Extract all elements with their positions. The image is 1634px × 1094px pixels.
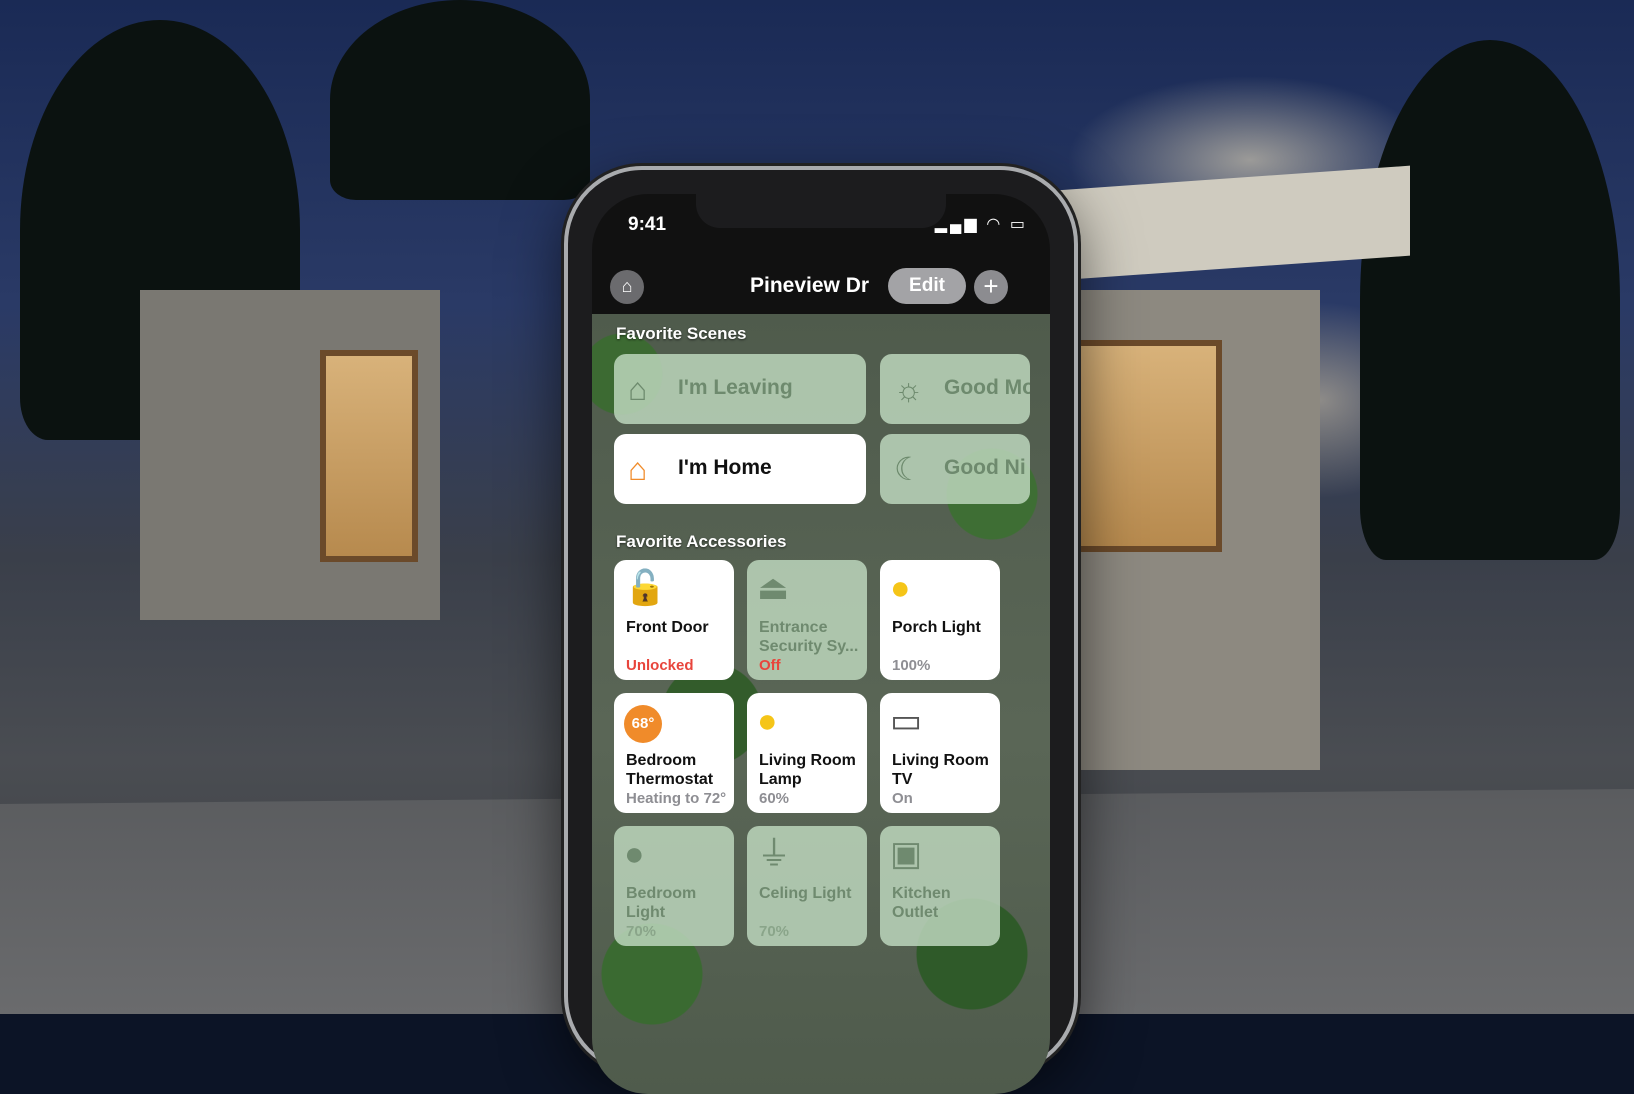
accessory-living-room-tv[interactable]: ▭ Living Room TV On [880,693,1000,813]
scene-tile-home[interactable]: ⌂ I'm Home [614,434,866,504]
tree [1360,40,1620,560]
accessory-status: 70% [626,923,657,940]
accessory-name: Living Room TV [892,752,989,788]
accessory-name: Bedroom Light [626,885,697,921]
scene-label: I'm Leaving [678,376,793,399]
lightbulb-icon: ● [757,702,778,740]
section-favorite-scenes: Favorite Scenes [616,324,747,343]
accessory-status: 70% [759,923,790,940]
night-home-icon: ☾ [894,451,923,487]
accessory-bedroom-thermostat[interactable]: 68° Bedroom Thermostat Heating to 72° [614,693,734,813]
accessory-living-room-lamp[interactable]: ● Living Room Lamp 60% [747,693,867,813]
accessory-status: Unlocked [626,657,694,674]
accessory-front-door[interactable]: 🔓 Front Door Unlocked [614,560,734,680]
accessory-name: Celing Light [759,885,852,902]
home-app-screen: 9:41 ▂▄▆ ◠ ▭ ⌂ Pineview Dr Edit + Favori… [592,194,1050,1094]
lightbulb-icon: ● [624,835,645,873]
accessory-name: Living Room Lamp [759,752,856,788]
outlet-icon: ▣ [890,835,923,873]
status-icons: ▂▄▆ ◠ ▭ [935,214,1028,234]
unlocked-lock-icon: 🔓 [624,569,667,607]
tv-icon: ▭ [890,702,923,740]
notch [696,194,946,228]
accessory-name: Kitchen Outlet [892,885,951,921]
accessory-name: Front Door [626,619,709,636]
arriving-home-icon: ⌂ [628,451,648,487]
accessory-status: 60% [759,790,790,807]
accessory-entrance-security[interactable]: ⏏ Entrance Security Sy... Off [747,560,867,680]
page-title: Pineview Dr [750,274,870,297]
accessory-porch-light[interactable]: ● Porch Light 100% [880,560,1000,680]
accessory-name: Entrance Security Sy... [759,619,859,655]
scene-tile-good-morning[interactable]: ☼ Good Mo [880,354,1030,424]
scene-label: Good Ni [944,456,1026,479]
leaving-home-icon: ⌂ [628,371,648,407]
accessory-name: Porch Light [892,619,981,636]
accessory-status: 100% [892,657,931,674]
edit-button[interactable]: Edit [888,268,966,304]
accessory-status: Heating to 72° [626,790,727,807]
scene-label: I'm Home [678,456,772,479]
accessory-bedroom-light[interactable]: ● Bedroom Light 70% [614,826,734,946]
accessory-status: Off [759,657,781,674]
tree [330,0,590,200]
house-window [320,350,418,562]
add-button[interactable]: + [974,270,1008,304]
signal-icon: ▂▄▆ [934,216,980,233]
accessory-kitchen-outlet[interactable]: ▣ Kitchen Outlet [880,826,1000,946]
battery-icon: ▭ [1009,216,1028,233]
phone: 9:41 ▂▄▆ ◠ ▭ ⌂ Pineview Dr Edit + Favori… [564,166,1078,1094]
house-icon[interactable]: ⌂ [610,270,644,304]
alarm-icon: ⏏ [757,569,790,607]
sunrise-home-icon: ☼ [894,371,924,407]
accessory-ceiling-light[interactable]: ⏚ Celing Light 70% [747,826,867,946]
nav-bar: ⌂ Pineview Dr Edit + [610,266,1036,310]
accessory-status: On [892,790,913,807]
scene-tile-good-night[interactable]: ☾ Good Ni [880,434,1030,504]
ceiling-lamp-icon: ⏚ [757,835,791,873]
lightbulb-icon: ● [890,569,911,607]
scene-label: Good Mo [944,376,1030,399]
scene-tile-leaving[interactable]: ⌂ I'm Leaving [614,354,866,424]
section-favorite-accessories: Favorite Accessories [616,532,787,551]
status-time: 9:41 [628,214,667,235]
wifi-icon: ◠ [987,216,1003,233]
accessory-name: Bedroom Thermostat [626,752,714,788]
thermostat-icon: 68° [624,705,662,743]
